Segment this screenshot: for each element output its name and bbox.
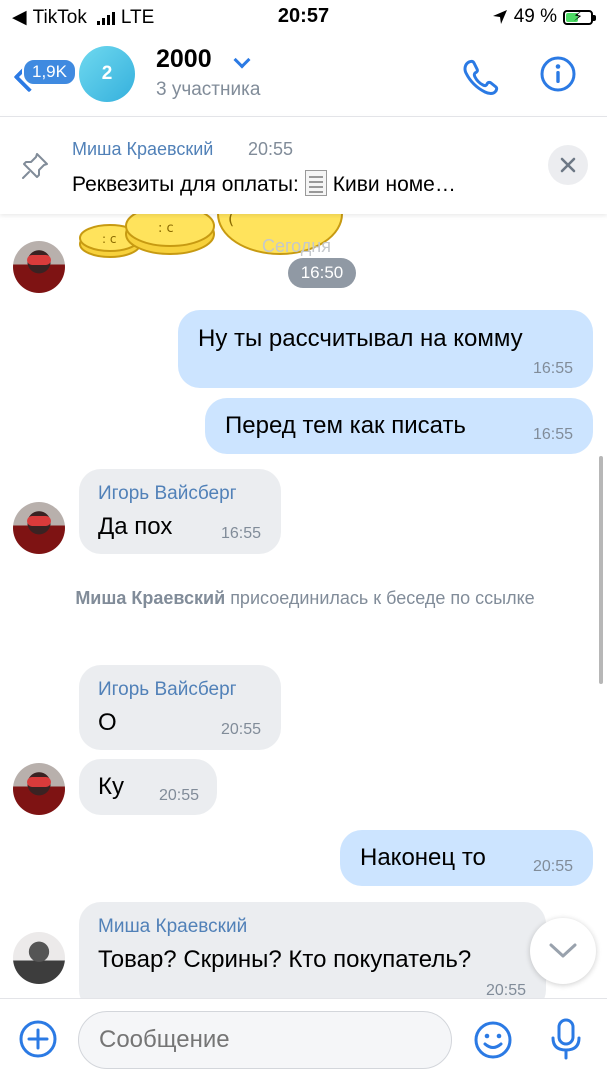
message-time: 20:55 <box>220 721 261 738</box>
message-text: Ну ты рассчитывал на комму <box>198 325 523 352</box>
status-right: 49 % ⚡ <box>492 6 596 28</box>
message-author[interactable]: Игорь Вайсберг <box>98 679 237 701</box>
chevron-down-icon[interactable] <box>233 51 251 69</box>
pinned-text-start: Реквезиты для оплаты: <box>72 173 299 196</box>
pinned-time: 20:55 <box>248 139 294 159</box>
battery-percent: 49 % <box>513 6 557 27</box>
message-text: Наконец то <box>360 844 486 871</box>
message-bubble[interactable]: Ку 20:55 <box>79 759 217 815</box>
message-time: 20:55 <box>532 858 573 875</box>
message-bubble[interactable]: Игорь Вайсберг О 20:55 <box>79 665 281 750</box>
message-author[interactable]: Миша Краевский <box>98 916 247 938</box>
message-text: Ку <box>98 773 124 800</box>
message-list[interactable]: : c : c ( Сегодня 16:50 Ну ты рассчитыва… <box>0 214 607 998</box>
charging-icon: ⚡ <box>573 7 583 24</box>
plus-circle-icon[interactable] <box>18 1019 58 1059</box>
microphone-icon[interactable] <box>548 1017 584 1061</box>
svg-text:: c: : c <box>102 232 116 246</box>
service-author[interactable]: Миша Краевский <box>75 588 225 608</box>
svg-text:: c: : c <box>158 221 174 236</box>
chevron-down-icon <box>549 943 577 958</box>
time-pill: 16:50 <box>288 258 356 288</box>
message-time: 16:55 <box>532 360 573 377</box>
location-arrow-icon <box>492 10 507 24</box>
chat-header: 1,9K 2 2000 3 участника <box>0 34 607 116</box>
message-text: Да пох <box>98 513 173 540</box>
avatar[interactable] <box>13 502 65 554</box>
message-text: Товар? Скрины? Кто покупатель? <box>98 946 472 973</box>
receipt-icon <box>304 170 327 196</box>
back-button[interactable]: 1,9K <box>13 48 77 108</box>
message-bubble[interactable]: Перед тем как писать 16:55 <box>205 398 593 454</box>
scroll-down-button[interactable] <box>530 918 596 984</box>
close-icon <box>560 157 576 173</box>
avatar[interactable] <box>13 241 65 293</box>
status-bar: ◀ TikTok LTE 20:57 49 % ⚡ <box>0 0 607 34</box>
message-time: 16:55 <box>220 525 261 542</box>
message-text: Перед тем как писать <box>225 412 466 439</box>
message-input[interactable] <box>78 1011 452 1069</box>
scrollbar[interactable] <box>599 456 603 684</box>
pinned-text: Реквезиты для оплаты: Киви номе… <box>72 170 456 197</box>
unread-badge: 1,9K <box>22 58 77 86</box>
close-pinned-button[interactable] <box>548 145 588 185</box>
svg-text:(: ( <box>228 214 234 228</box>
smile-icon[interactable] <box>472 1019 514 1061</box>
date-label: Сегодня <box>262 236 331 256</box>
message-bubble[interactable]: Наконец то 20:55 <box>340 830 593 886</box>
chat-avatar[interactable]: 2 <box>79 46 135 102</box>
message-time: 20:55 <box>485 982 526 998</box>
phone-icon[interactable] <box>460 56 500 96</box>
chat-subtitle: 3 участника <box>156 79 261 100</box>
message-bubble[interactable]: Миша Краевский Товар? Скрины? Кто покупа… <box>79 902 546 998</box>
composer <box>0 998 607 1080</box>
chat-title[interactable]: 2000 <box>156 45 212 74</box>
message-time: 20:55 <box>158 787 199 804</box>
avatar[interactable] <box>13 763 65 815</box>
service-message: Миша Краевский присоединилась к беседе п… <box>40 586 570 610</box>
pinned-author: Миша Краевский <box>72 139 214 159</box>
message-bubble[interactable]: Игорь Вайсберг Да пох 16:55 <box>79 469 281 554</box>
message-author[interactable]: Игорь Вайсберг <box>98 483 237 505</box>
avatar[interactable] <box>13 932 65 984</box>
pin-icon <box>22 153 48 179</box>
message-text: О <box>98 709 117 736</box>
pinned-message[interactable]: Миша Краевский 20:55 Реквезиты для оплат… <box>0 116 607 214</box>
pinned-text-end: Киви номе… <box>332 173 456 196</box>
service-text: присоединилась к беседе по ссылке <box>230 588 535 608</box>
message-bubble[interactable]: Ну ты рассчитывал на комму 16:55 <box>178 310 593 388</box>
info-icon[interactable] <box>538 54 578 94</box>
battery-icon: ⚡ <box>563 7 596 25</box>
message-time: 16:55 <box>532 426 573 443</box>
